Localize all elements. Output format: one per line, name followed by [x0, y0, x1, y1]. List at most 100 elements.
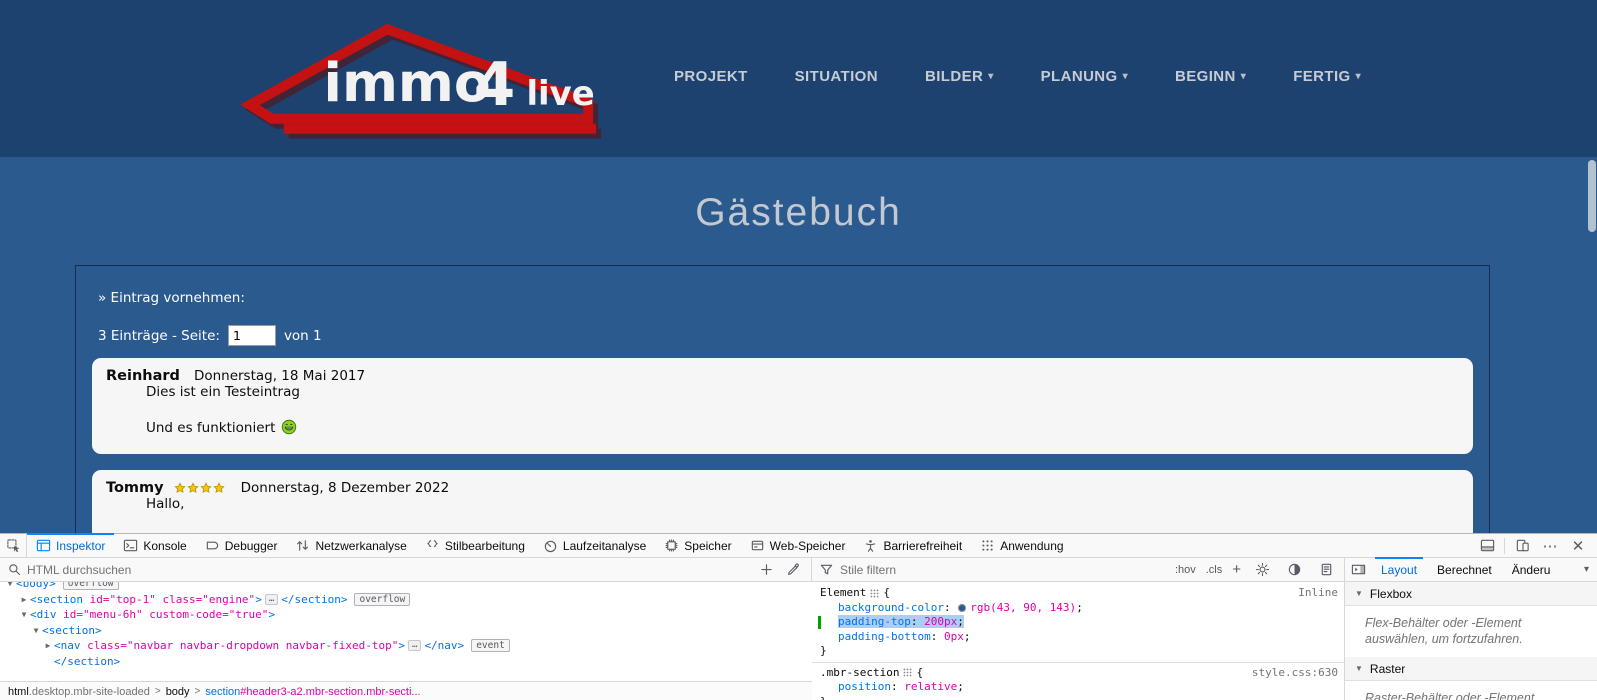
add-rule-button[interactable]: +	[1232, 561, 1241, 578]
add-node-button[interactable]	[755, 559, 777, 581]
collapsed-children-button[interactable]: …	[265, 594, 278, 605]
responsive-button[interactable]	[1511, 535, 1533, 557]
page-title: Gästebuch	[0, 191, 1597, 235]
tab-anwendung[interactable]: Anwendung	[971, 534, 1072, 557]
markup-token: id="top-1"	[83, 592, 156, 608]
color-swatch[interactable]	[958, 604, 966, 612]
breadcrumb-item-html[interactable]: html.desktop.mbr-site-loaded	[8, 686, 150, 698]
layout-section-header-flexbox[interactable]: ▼Flexbox	[1345, 582, 1597, 606]
nav-item-fertig[interactable]: FERTIG▾	[1293, 68, 1361, 85]
guestbook-entry: ReinhardDonnerstag, 18 Mai 2017Dies ist …	[92, 358, 1473, 454]
property-name: position	[838, 680, 891, 693]
style-editor-icon	[425, 538, 440, 553]
split-console-button[interactable]	[1476, 535, 1498, 557]
dark-scheme-simulation-button[interactable]	[1283, 559, 1305, 581]
breadcrumb-item-body[interactable]: body	[166, 686, 190, 698]
new-entry-link[interactable]: » Eintrag vornehmen:	[98, 290, 245, 306]
main-navigation: PROJEKT SITUATION BILDER▾ PLANUNG▾ BEGINN▾ FE…	[674, 68, 1361, 85]
grin-smiley-icon	[281, 419, 297, 441]
nav-item-bilder[interactable]: BILDER▾	[925, 68, 994, 85]
tab-laufzeitanalyse[interactable]: Laufzeitanalyse	[534, 534, 655, 557]
print-media-button[interactable]	[1315, 559, 1337, 581]
markup-line[interactable]: ▶<nav class="navbar navbar-dropdown navb…	[0, 638, 812, 654]
layout-section-title: Flexbox	[1370, 587, 1412, 601]
tab-debugger[interactable]: Debugger	[196, 534, 287, 557]
rule-source-link[interactable]: Inline	[1298, 586, 1338, 601]
markup-token: class="engine"	[156, 592, 255, 608]
sidebar-tab-layout[interactable]: Layout	[1371, 558, 1427, 582]
rules-filter-bar: :hov .cls +	[812, 558, 1345, 581]
markup-line[interactable]: ▼<body>overflow	[0, 582, 812, 592]
site-logo[interactable]: immo 4 live	[238, 15, 616, 143]
rule-selector-row: .mbr-section { style.css:630	[812, 666, 1344, 681]
pseudo-class-button[interactable]: :hov	[1175, 564, 1196, 576]
nav-item-planung[interactable]: PLANUNG▾	[1041, 68, 1128, 85]
twisty-icon[interactable]: ▼	[18, 607, 30, 623]
nav-item-beginn[interactable]: BEGINN▾	[1175, 68, 1246, 85]
markup-line[interactable]: ▼<section>	[0, 623, 812, 639]
tab-web-speicher[interactable]: Web-Speicher	[741, 534, 855, 557]
markup-search-bar	[0, 558, 812, 581]
markup-search-input[interactable]	[27, 563, 750, 577]
badge-event[interactable]: event	[471, 639, 510, 652]
markup-token: <section	[30, 592, 83, 608]
twisty-icon[interactable]: ▼	[30, 623, 42, 639]
nav-item-projekt[interactable]: PROJEKT	[674, 68, 748, 85]
meatballs-button[interactable]: ⋯	[1539, 535, 1561, 557]
tab-speicher[interactable]: Speicher	[655, 534, 740, 557]
page-scrollbar[interactable]	[1588, 160, 1596, 232]
sidebar-tab-berechnet[interactable]: Berechnet	[1427, 558, 1502, 582]
sidebar-toggle-button[interactable]	[1345, 562, 1371, 577]
nav-item-label: SITUATION	[795, 68, 878, 85]
breadcrumb-item-section[interactable]: section#header3-a2.mbr-section.mbr-secti…	[205, 686, 420, 698]
tab-label: Laufzeitanalyse	[563, 539, 646, 553]
eyedropper-button[interactable]	[782, 559, 804, 581]
entry-message-line	[146, 402, 1459, 420]
nav-item-situation[interactable]: SITUATION	[795, 68, 878, 85]
css-declaration[interactable]: padding-top: 200px;	[812, 615, 1344, 630]
class-toggle-button[interactable]: .cls	[1206, 564, 1223, 576]
css-declaration[interactable]: position: relative;	[812, 680, 1344, 695]
tab-netzwerkanalyse[interactable]: Netzwerkanalyse	[286, 534, 415, 557]
badge-overflow[interactable]: overflow	[63, 582, 119, 590]
chevron-down-icon: ▾	[1241, 71, 1246, 82]
markup-token: id="menu-6h"	[57, 607, 143, 623]
tab-label: Web-Speicher	[770, 539, 846, 553]
property-value: 0px	[944, 630, 964, 643]
markup-line[interactable]: ▶<section id="top-1" class="engine">…</s…	[0, 592, 812, 608]
close-button[interactable]: ✕	[1567, 535, 1589, 557]
light-scheme-simulation-button[interactable]	[1251, 559, 1273, 581]
sidebar-tabs-overflow-button[interactable]: ▾	[1584, 564, 1597, 575]
collapsed-children-button[interactable]: …	[408, 640, 421, 651]
tab-inspektor[interactable]: Inspektor	[27, 534, 114, 557]
browser-viewport: immo 4 live PROJEKT SITUATION BILDER▾ PLANU…	[0, 0, 1597, 533]
tab-barrierefreiheit[interactable]: Barrierefreiheit	[854, 534, 971, 557]
site-header: immo 4 live PROJEKT SITUATION BILDER▾ PLANU…	[0, 0, 1597, 157]
rule-selector[interactable]: .mbr-section	[820, 666, 899, 681]
tab-stilbearbeitung[interactable]: Stilbearbeitung	[416, 534, 534, 557]
console-icon	[123, 538, 138, 553]
open-brace: {	[916, 666, 923, 681]
markup-line[interactable]: ▼<div id="menu-6h" custom-code="true">	[0, 607, 812, 623]
css-rule: .mbr-section { style.css:630position: rela…	[812, 662, 1344, 700]
page-number-input[interactable]	[228, 325, 276, 346]
css-declaration[interactable]: padding-bottom: 0px;	[812, 630, 1344, 645]
devtools-panel: InspektorKonsoleDebuggerNetzwerkanalyseS…	[0, 533, 1597, 700]
rule-selector[interactable]: Element	[820, 586, 866, 601]
style-filter-input[interactable]	[840, 563, 1169, 577]
sidebar-tab-aenderungen[interactable]: Änderu	[1502, 558, 1561, 582]
twisty-icon[interactable]: ▼	[4, 582, 16, 592]
network-icon	[295, 538, 310, 553]
inspector-icon	[36, 538, 51, 553]
twisty-icon[interactable]: ▶	[42, 638, 54, 654]
markup-line[interactable]: </section>	[0, 654, 812, 670]
css-declaration[interactable]: background-color: rgb(43, 90, 143);	[812, 601, 1344, 616]
rule-source-link[interactable]: style.css:630	[1252, 666, 1338, 681]
pick-element-button[interactable]	[0, 534, 27, 557]
badge-overflow[interactable]: overflow	[354, 593, 410, 606]
devtools-tabs: InspektorKonsoleDebuggerNetzwerkanalyseS…	[27, 534, 1073, 557]
accessibility-icon	[863, 538, 878, 553]
tab-konsole[interactable]: Konsole	[114, 534, 195, 557]
twisty-icon[interactable]: ▶	[18, 592, 30, 608]
layout-section-header-raster[interactable]: ▼Raster	[1345, 657, 1597, 681]
